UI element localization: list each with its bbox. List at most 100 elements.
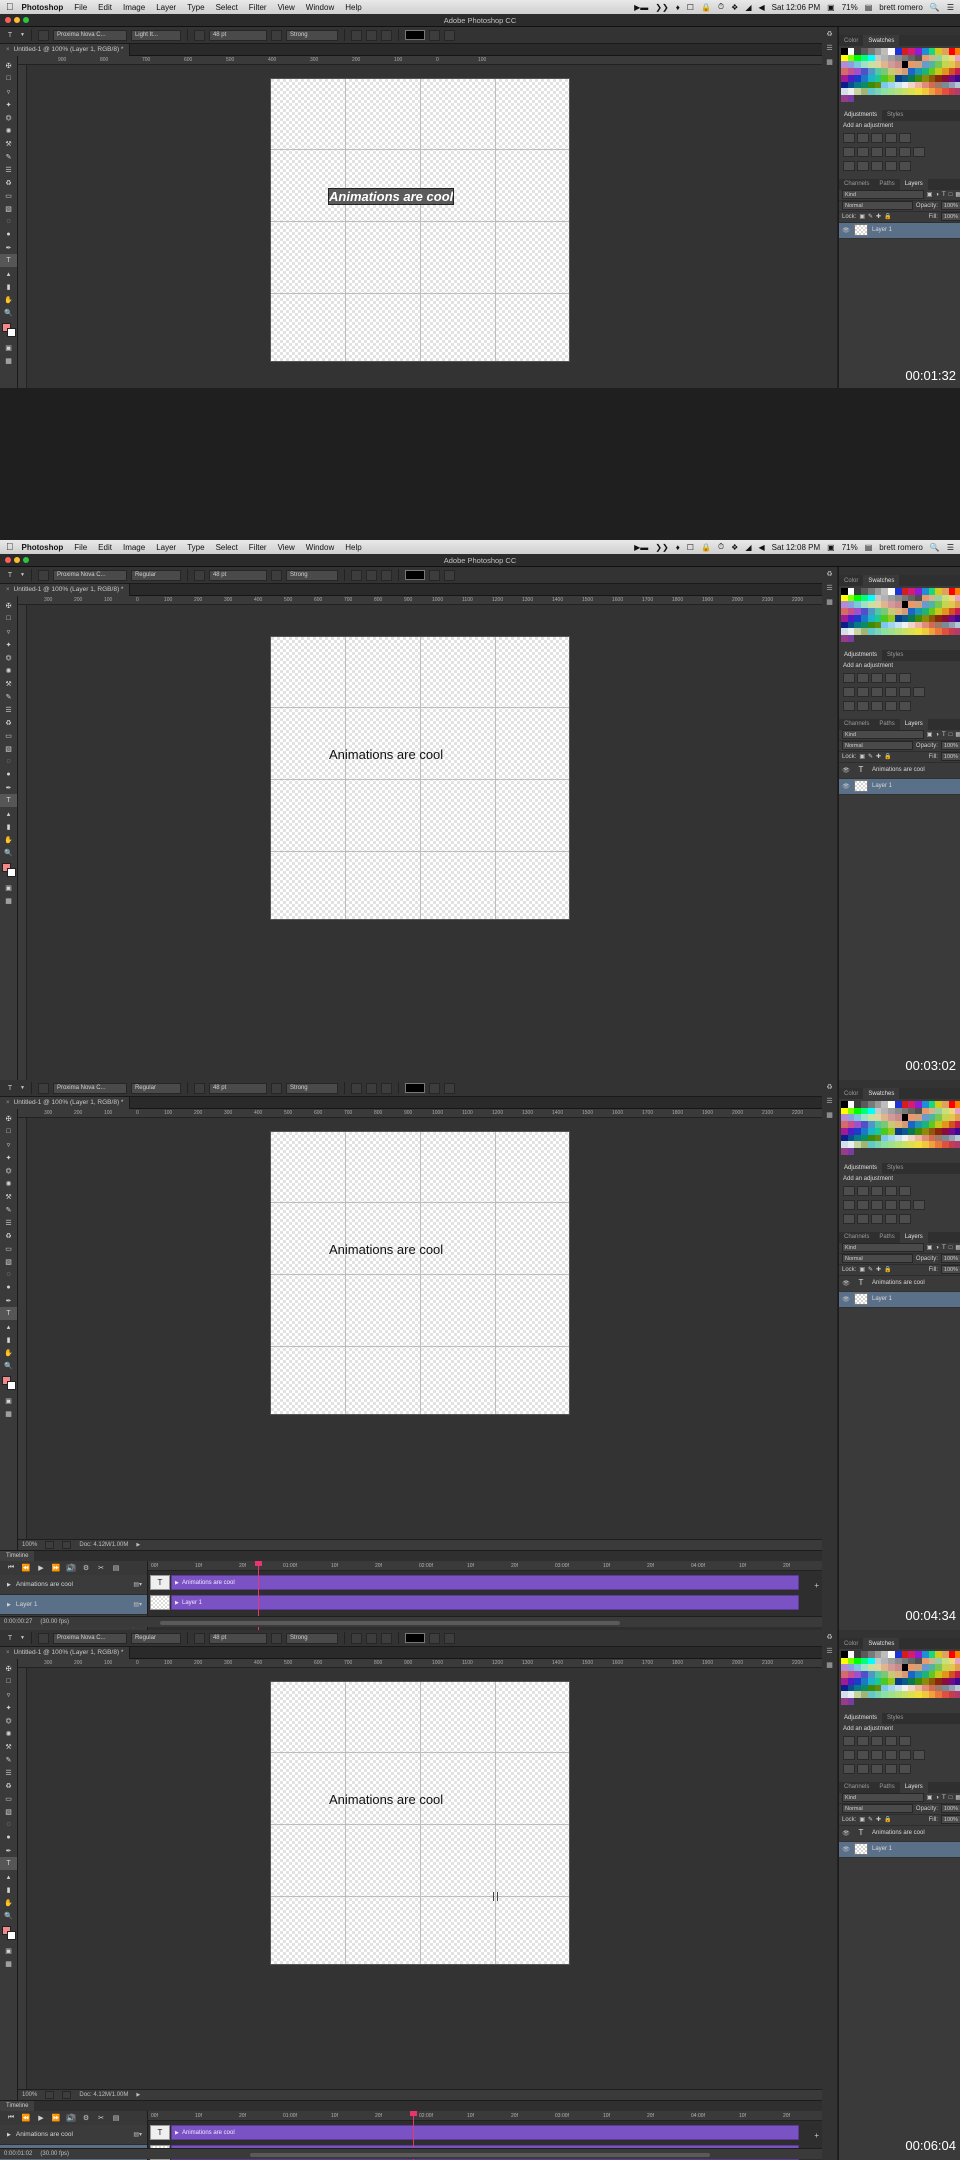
color-swatch[interactable] [921, 614, 929, 622]
menu-select[interactable]: Select [216, 3, 238, 12]
color-swatch[interactable] [901, 1141, 909, 1149]
close-window-button[interactable] [5, 17, 11, 23]
layer-row-layer-1[interactable]: 👁 Layer 1 [839, 222, 960, 239]
color-swatch[interactable] [888, 614, 895, 622]
color-swatch[interactable] [955, 1657, 960, 1665]
color-swatch[interactable] [867, 68, 875, 75]
tab-adjustments[interactable]: Adjustments [839, 1712, 883, 1724]
color-swatch[interactable] [841, 68, 848, 75]
track-options-icon[interactable]: ▤▾ [133, 1601, 142, 1608]
font-style-select[interactable]: Regular [130, 569, 181, 581]
hue-saturation-icon[interactable] [843, 686, 855, 697]
tool-gradient[interactable]: ▧ [0, 742, 17, 755]
color-swatch[interactable] [901, 1134, 909, 1142]
color-swatch[interactable] [955, 1677, 960, 1685]
color-swatch[interactable] [901, 614, 909, 622]
font-size-input[interactable]: 48 pt [208, 569, 267, 581]
timeline-clip-animations-are-cool[interactable]: ▶ Animations are cool [171, 2125, 799, 2140]
color-swatch[interactable] [881, 1691, 889, 1699]
tool-pen[interactable]: ✒ [0, 781, 17, 794]
color-swatch[interactable] [894, 608, 902, 615]
tool-brush[interactable]: ✎ [0, 1753, 17, 1766]
canvas-area[interactable]: 900 800 700 600 500 400 300 200 100 0 100 Anima… [18, 56, 822, 388]
color-swatch[interactable] [854, 1651, 862, 1658]
tool-shape[interactable]: ▮ [0, 280, 17, 293]
color-swatch[interactable] [874, 594, 882, 602]
tool-clone-stamp[interactable]: ☰ [0, 1766, 17, 1779]
battery-percent[interactable]: 71% [842, 3, 858, 12]
color-swatch[interactable] [841, 74, 848, 82]
color-swatch[interactable] [841, 95, 848, 102]
filter-shape-icon[interactable]: □ [949, 732, 953, 738]
photo-filter-icon[interactable] [885, 146, 897, 157]
color-swatch[interactable] [901, 1684, 909, 1692]
color-swatch[interactable] [888, 1691, 895, 1699]
color-swatch[interactable] [942, 1684, 949, 1692]
color-swatch[interactable] [955, 614, 960, 622]
volume-icon[interactable]: ◀ [759, 543, 765, 552]
font-size-input[interactable]: 48 pt [208, 1082, 267, 1094]
color-swatch[interactable] [935, 88, 943, 96]
color-swatch[interactable] [874, 601, 882, 609]
color-swatch[interactable] [908, 1651, 916, 1658]
color-swatch[interactable] [894, 601, 902, 609]
color-swatch[interactable] [847, 1651, 855, 1658]
zoom-window-button[interactable] [23, 17, 29, 23]
filter-smart-icon[interactable]: ▦ [955, 1244, 960, 1251]
color-swatch[interactable] [874, 1671, 882, 1678]
lock-all-icon[interactable]: 🔒 [884, 1266, 891, 1273]
color-swatch[interactable] [955, 1651, 960, 1658]
color-swatch[interactable] [935, 81, 943, 89]
foreground-background-color[interactable] [1, 863, 16, 877]
color-swatch[interactable] [928, 1107, 936, 1115]
color-swatch[interactable] [948, 1121, 956, 1128]
color-swatch[interactable] [948, 1671, 956, 1678]
tool-path-select[interactable]: ▴ [0, 267, 17, 280]
channel-mixer-icon[interactable] [899, 686, 911, 697]
color-swatch[interactable] [894, 1671, 902, 1678]
color-swatch[interactable] [888, 1121, 895, 1128]
color-swatch[interactable] [942, 1101, 949, 1108]
tab-styles[interactable]: Styles [882, 1713, 908, 1724]
tab-swatches[interactable]: Swatches [863, 575, 900, 586]
color-swatch[interactable] [861, 1114, 868, 1122]
color-swatch[interactable] [854, 81, 862, 89]
color-swatch[interactable] [955, 1107, 960, 1115]
color-swatch[interactable] [841, 608, 848, 615]
opacity-value[interactable]: 100% [940, 1804, 960, 1814]
fast-forward-icon[interactable]: ❯❯ [655, 543, 668, 552]
color-swatch[interactable] [928, 81, 936, 89]
color-swatch[interactable] [942, 621, 949, 629]
color-swatch[interactable] [915, 601, 922, 609]
audio-toggle-button[interactable]: 🔊 [66, 1564, 76, 1572]
color-swatch[interactable] [908, 1684, 916, 1692]
color-swatch[interactable] [948, 88, 956, 96]
hue-saturation-icon[interactable] [843, 1199, 855, 1210]
filter-smart-icon[interactable]: ▦ [955, 191, 960, 198]
color-swatch[interactable] [847, 1121, 855, 1128]
tool-zoom[interactable]: 🔍 [0, 846, 17, 859]
color-swatch[interactable] [874, 1657, 882, 1665]
color-swatch[interactable] [881, 1651, 889, 1658]
color-swatch[interactable] [894, 628, 902, 636]
color-swatch[interactable] [841, 1657, 848, 1665]
tool-blur[interactable]: ◌ [0, 1268, 17, 1281]
color-swatch[interactable] [948, 68, 956, 75]
color-swatch[interactable] [935, 1121, 943, 1128]
selective-color-icon[interactable] [899, 1213, 911, 1224]
color-swatch[interactable] [955, 1141, 960, 1149]
lock-all-icon[interactable]: 🔒 [884, 1816, 891, 1823]
tool-quickmask[interactable]: ▣ [0, 1944, 17, 1957]
tab-channels[interactable]: Channels [839, 1782, 874, 1793]
color-swatch[interactable] [874, 614, 882, 622]
color-swatch[interactable] [854, 621, 862, 629]
color-swatch[interactable] [894, 61, 902, 69]
color-swatch[interactable] [841, 1148, 848, 1155]
black-white-icon[interactable] [871, 1749, 883, 1760]
color-swatch[interactable] [915, 1677, 922, 1685]
wifi-icon[interactable]: ◢ [745, 543, 751, 552]
color-swatch[interactable] [881, 81, 889, 89]
color-swatch[interactable] [901, 1691, 909, 1699]
color-swatch[interactable] [861, 54, 868, 62]
color-swatch[interactable] [888, 1127, 895, 1135]
